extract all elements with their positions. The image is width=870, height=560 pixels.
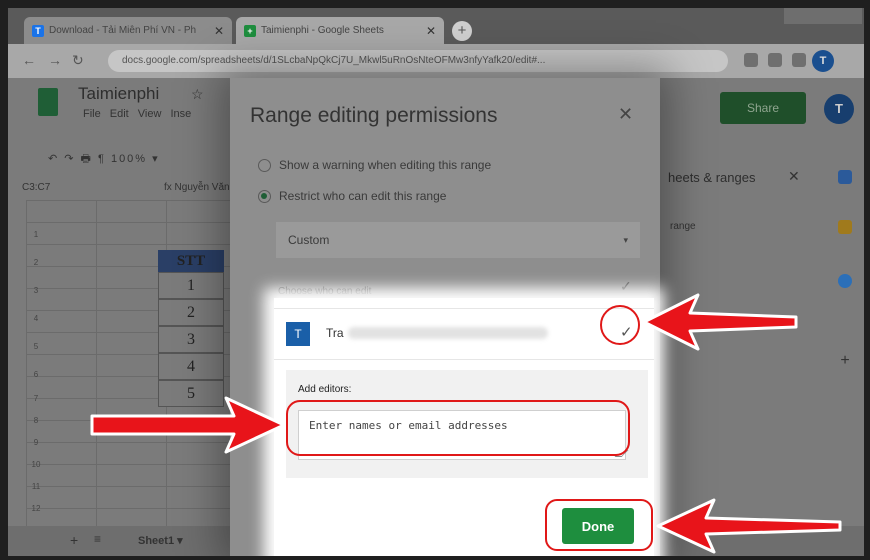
add-editors-label: Add editors:: [298, 384, 352, 395]
keep-icon[interactable]: [838, 220, 852, 234]
add-sheet-icon[interactable]: +: [70, 532, 78, 548]
address-bar[interactable]: docs.google.com/spreadsheets/d/1SLcbaNpQ…: [108, 50, 728, 72]
side-panel-range[interactable]: range: [670, 221, 696, 232]
row-number[interactable]: 11: [26, 482, 46, 491]
row-number[interactable]: 12: [26, 504, 46, 513]
sheets-logo-icon[interactable]: [38, 88, 58, 116]
annotation-arrow-left-icon: [656, 498, 842, 554]
dialog-title: Range editing permissions: [250, 104, 498, 127]
row-number[interactable]: 4: [26, 314, 46, 323]
tab-favicon-icon: T: [32, 24, 44, 37]
row-number[interactable]: 1: [26, 230, 46, 239]
browser-tab-download[interactable]: T Download - Tải Miễn Phí VN - Ph ✕: [24, 17, 232, 44]
option-restrict-editing[interactable]: Restrict who can edit this range: [258, 189, 446, 203]
calendar-icon[interactable]: [838, 170, 852, 184]
choose-who-label: Choose who can edit: [278, 286, 372, 297]
all-sheets-icon[interactable]: ≡: [94, 532, 101, 546]
tab-close-icon[interactable]: ✕: [426, 24, 436, 38]
tab-label: Download - Tải Miễn Phí VN - Ph: [49, 25, 197, 36]
star-icon[interactable]: ☆: [191, 86, 204, 103]
row-number[interactable]: 9: [26, 438, 46, 447]
document-title[interactable]: Taimienphi: [78, 84, 159, 104]
option-label: Restrict who can edit this range: [279, 189, 447, 203]
tab-close-icon[interactable]: ✕: [214, 24, 224, 38]
tab-label: Taimienphi - Google Sheets: [261, 25, 384, 36]
avatar: T: [286, 322, 310, 346]
name-box[interactable]: C3:C7: [22, 182, 50, 193]
sheets-menu-bar[interactable]: File Edit View Inse: [83, 108, 191, 120]
puzzle-extension-icon[interactable]: [792, 53, 806, 67]
extension-icon[interactable]: [744, 53, 758, 67]
sheets-favicon-icon: +: [244, 24, 256, 37]
option-label: Show a warning when editing this range: [279, 158, 492, 172]
row-number[interactable]: 6: [26, 370, 46, 379]
reload-icon[interactable]: ↻: [72, 52, 84, 69]
radio-unchecked-icon[interactable]: [258, 158, 271, 172]
new-tab-icon[interactable]: +: [452, 21, 472, 41]
side-panel-close-icon[interactable]: ✕: [788, 168, 800, 185]
row-number[interactable]: 2: [26, 258, 46, 267]
browser-tabstrip: T Download - Tải Miễn Phí VN - Ph ✕ + Ta…: [8, 8, 864, 44]
close-icon[interactable]: ✕: [618, 104, 633, 125]
browser-toolbar: ← → ↻ docs.google.com/spreadsheets/d/1SL…: [8, 44, 864, 78]
annotation-box-done: [545, 499, 653, 551]
row-number[interactable]: 8: [26, 416, 46, 425]
annotation-box-input: [286, 400, 630, 456]
dropdown-value: Custom: [288, 233, 330, 247]
table-cell[interactable]: 3: [158, 326, 224, 353]
drive-extension-icon[interactable]: [768, 53, 782, 67]
add-addon-icon[interactable]: +: [838, 353, 852, 369]
editor-row: T Tra ✓: [274, 308, 654, 360]
side-panel-title: heets & ranges: [668, 170, 756, 185]
editor-scope-dropdown[interactable]: Custom ▾: [276, 222, 640, 258]
browser-profile-avatar[interactable]: T: [812, 50, 834, 72]
tasks-icon[interactable]: [838, 274, 852, 288]
row-number[interactable]: 7: [26, 394, 46, 403]
annotation-arrow-right-icon: [90, 396, 286, 454]
annotation-circle-checkmark: [600, 305, 640, 345]
table-cell[interactable]: 4: [158, 353, 224, 380]
check-icon: ✓: [620, 278, 632, 294]
user-avatar[interactable]: T: [824, 94, 854, 124]
sheet-tab[interactable]: Sheet1 ▾: [138, 534, 183, 547]
editor-name: Tra: [326, 326, 344, 340]
forward-arrow-icon[interactable]: →: [48, 52, 62, 68]
format-toolbar[interactable]: ↶ ↷ 🖶 ¶ 100% ▾: [48, 150, 160, 169]
editor-email-blurred: [348, 327, 548, 339]
table-cell[interactable]: 2: [158, 299, 224, 326]
row-number[interactable]: 5: [26, 342, 46, 351]
screenshot-frame: T Download - Tải Miễn Phí VN - Ph ✕ + Ta…: [8, 8, 864, 556]
annotation-arrow-left-icon: [642, 293, 798, 351]
share-button[interactable]: Share: [720, 92, 806, 124]
row-number[interactable]: 10: [26, 460, 46, 469]
chevron-down-icon: ▾: [623, 235, 628, 245]
radio-checked-icon[interactable]: [258, 189, 271, 203]
formula-bar[interactable]: fx Nguyễn Văn: [164, 182, 230, 193]
column-header-stt[interactable]: STT: [158, 250, 224, 272]
table-cell[interactable]: 1: [158, 272, 224, 299]
window-controls[interactable]: [784, 8, 862, 24]
option-show-warning[interactable]: Show a warning when editing this range: [258, 158, 491, 172]
back-arrow-icon[interactable]: ←: [22, 52, 36, 68]
row-number[interactable]: 3: [26, 286, 46, 295]
browser-tab-sheets[interactable]: + Taimienphi - Google Sheets ✕: [236, 17, 444, 44]
